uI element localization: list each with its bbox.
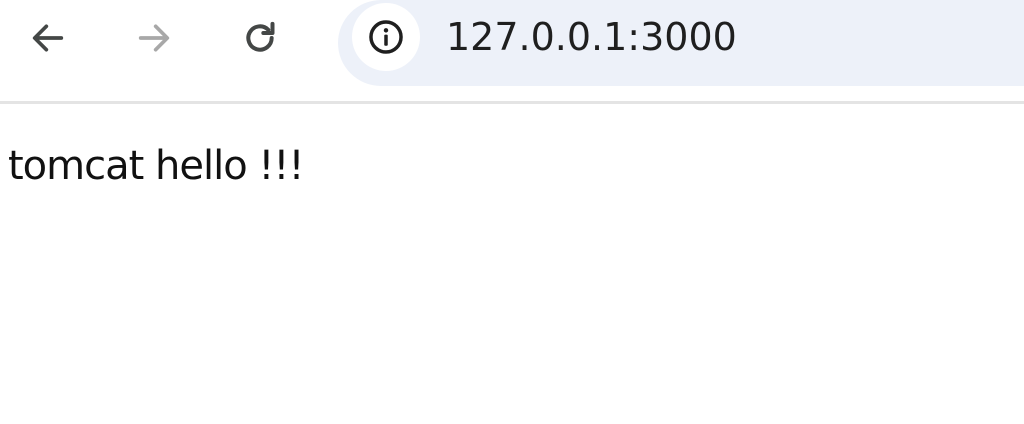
forward-button[interactable] bbox=[130, 14, 178, 62]
info-circle-icon bbox=[369, 20, 403, 54]
page-content: tomcat hello !!! bbox=[0, 107, 1024, 424]
back-button[interactable] bbox=[24, 14, 72, 62]
browser-toolbar: 127.0.0.1:3000 bbox=[0, 0, 1024, 104]
url-text[interactable]: 127.0.0.1:3000 bbox=[446, 12, 737, 62]
reload-button[interactable] bbox=[236, 14, 284, 62]
page-body-text: tomcat hello !!! bbox=[8, 143, 305, 189]
address-bar[interactable]: 127.0.0.1:3000 bbox=[338, 0, 1024, 86]
reload-icon bbox=[246, 21, 275, 52]
arrow-right-icon bbox=[138, 24, 170, 52]
arrow-left-icon bbox=[32, 24, 64, 52]
site-info-button[interactable] bbox=[352, 3, 420, 71]
